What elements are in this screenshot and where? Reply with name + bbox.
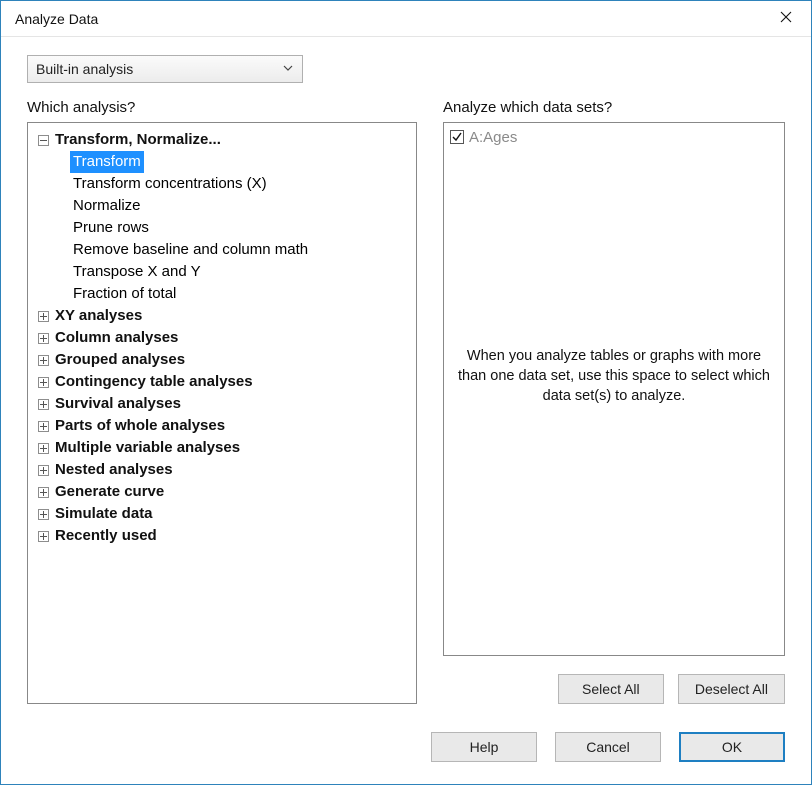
tree-item-label: Transpose X and Y (70, 261, 204, 283)
tree-item[interactable]: Transform concentrations (X) (70, 173, 410, 195)
datasets-panel: A:Ages When you analyze tables or graphs… (443, 122, 785, 656)
dataset-list: A:Ages (444, 123, 784, 151)
deselect-all-button[interactable]: Deselect All (678, 674, 785, 704)
tree-expand-icon[interactable] (38, 355, 49, 366)
tree-group-label: XY analyses (55, 305, 142, 327)
tree-item-label: Normalize (70, 195, 144, 217)
tree-group-label: Generate curve (55, 481, 164, 503)
ok-button[interactable]: OK (679, 732, 785, 762)
tree-item[interactable]: Fraction of total (70, 283, 410, 305)
tree-item[interactable]: Remove baseline and column math (70, 239, 410, 261)
dataset-buttons: Select All Deselect All (443, 674, 785, 704)
tree-expand-icon[interactable] (38, 311, 49, 322)
tree-expand-icon[interactable] (38, 399, 49, 410)
tree-group-label: Grouped analyses (55, 349, 185, 371)
close-button[interactable] (763, 4, 809, 34)
which-analysis-label: Which analysis? (27, 99, 417, 116)
tree-group[interactable]: Multiple variable analyses (38, 437, 410, 459)
tree-children: TransformTransform concentrations (X)Nor… (38, 151, 410, 305)
analysis-tree-panel: Transform, Normalize...TransformTransfor… (27, 122, 417, 704)
tree-expand-icon[interactable] (38, 509, 49, 520)
tree-group-label: Survival analyses (55, 393, 181, 415)
tree-expand-icon[interactable] (38, 465, 49, 476)
right-column: Analyze which data sets? A:Ages When you… (443, 99, 785, 704)
tree-item-label: Transform concentrations (X) (70, 173, 270, 195)
tree-collapse-icon[interactable] (38, 135, 49, 146)
content: Built-in analysis Which analysis? Transf… (1, 37, 811, 784)
chevron-down-icon (282, 61, 294, 77)
select-all-button[interactable]: Select All (558, 674, 664, 704)
tree-item-label: Fraction of total (70, 283, 179, 305)
cancel-button[interactable]: Cancel (555, 732, 661, 762)
tree-expand-icon[interactable] (38, 333, 49, 344)
tree-group-label: Contingency table analyses (55, 371, 253, 393)
tree-group[interactable]: XY analyses (38, 305, 410, 327)
tree-group[interactable]: Recently used (38, 525, 410, 547)
tree-item[interactable]: Normalize (70, 195, 410, 217)
tree-group[interactable]: Generate curve (38, 481, 410, 503)
dataset-row[interactable]: A:Ages (450, 127, 778, 147)
analyze-which-datasets-label: Analyze which data sets? (443, 99, 785, 116)
tree-item[interactable]: Prune rows (70, 217, 410, 239)
tree-group-label: Multiple variable analyses (55, 437, 240, 459)
dataset-label: A:Ages (469, 129, 517, 146)
tree-group[interactable]: Parts of whole analyses (38, 415, 410, 437)
tree-group[interactable]: Transform, Normalize... (38, 129, 410, 151)
tree-group-label: Recently used (55, 525, 157, 547)
tree-item[interactable]: Transform (70, 151, 410, 173)
tree-expand-icon[interactable] (38, 443, 49, 454)
window-title: Analyze Data (15, 11, 98, 27)
tree-expand-icon[interactable] (38, 377, 49, 388)
tree-group[interactable]: Grouped analyses (38, 349, 410, 371)
dataset-checkbox[interactable] (450, 130, 464, 144)
tree-item-label: Remove baseline and column math (70, 239, 311, 261)
titlebar: Analyze Data (1, 1, 811, 37)
tree-item-label: Transform (70, 151, 144, 173)
tree-group[interactable]: Survival analyses (38, 393, 410, 415)
tree-group[interactable]: Simulate data (38, 503, 410, 525)
tree-expand-icon[interactable] (38, 421, 49, 432)
columns: Which analysis? Transform, Normalize...T… (27, 99, 785, 704)
footer-buttons: Help Cancel OK (27, 732, 785, 762)
tree-item-label: Prune rows (70, 217, 152, 239)
dropdown-selected-label: Built-in analysis (36, 61, 133, 77)
tree-group-label: Column analyses (55, 327, 178, 349)
help-button[interactable]: Help (431, 732, 537, 762)
tree-expand-icon[interactable] (38, 487, 49, 498)
tree-group-label: Nested analyses (55, 459, 173, 481)
analyze-data-dialog: Analyze Data Built-in analysis Which ana… (0, 0, 812, 785)
tree-group[interactable]: Nested analyses (38, 459, 410, 481)
tree-group-label: Parts of whole analyses (55, 415, 225, 437)
close-icon (780, 11, 792, 26)
analysis-type-dropdown[interactable]: Built-in analysis (27, 55, 303, 83)
datasets-hint: When you analyze tables or graphs with m… (456, 346, 772, 406)
tree-group-label: Transform, Normalize... (55, 129, 221, 151)
tree-group[interactable]: Contingency table analyses (38, 371, 410, 393)
tree-item[interactable]: Transpose X and Y (70, 261, 410, 283)
tree-expand-icon[interactable] (38, 531, 49, 542)
tree-group-label: Simulate data (55, 503, 153, 525)
tree-group[interactable]: Column analyses (38, 327, 410, 349)
analysis-tree[interactable]: Transform, Normalize...TransformTransfor… (28, 123, 416, 553)
left-column: Which analysis? Transform, Normalize...T… (27, 99, 417, 704)
